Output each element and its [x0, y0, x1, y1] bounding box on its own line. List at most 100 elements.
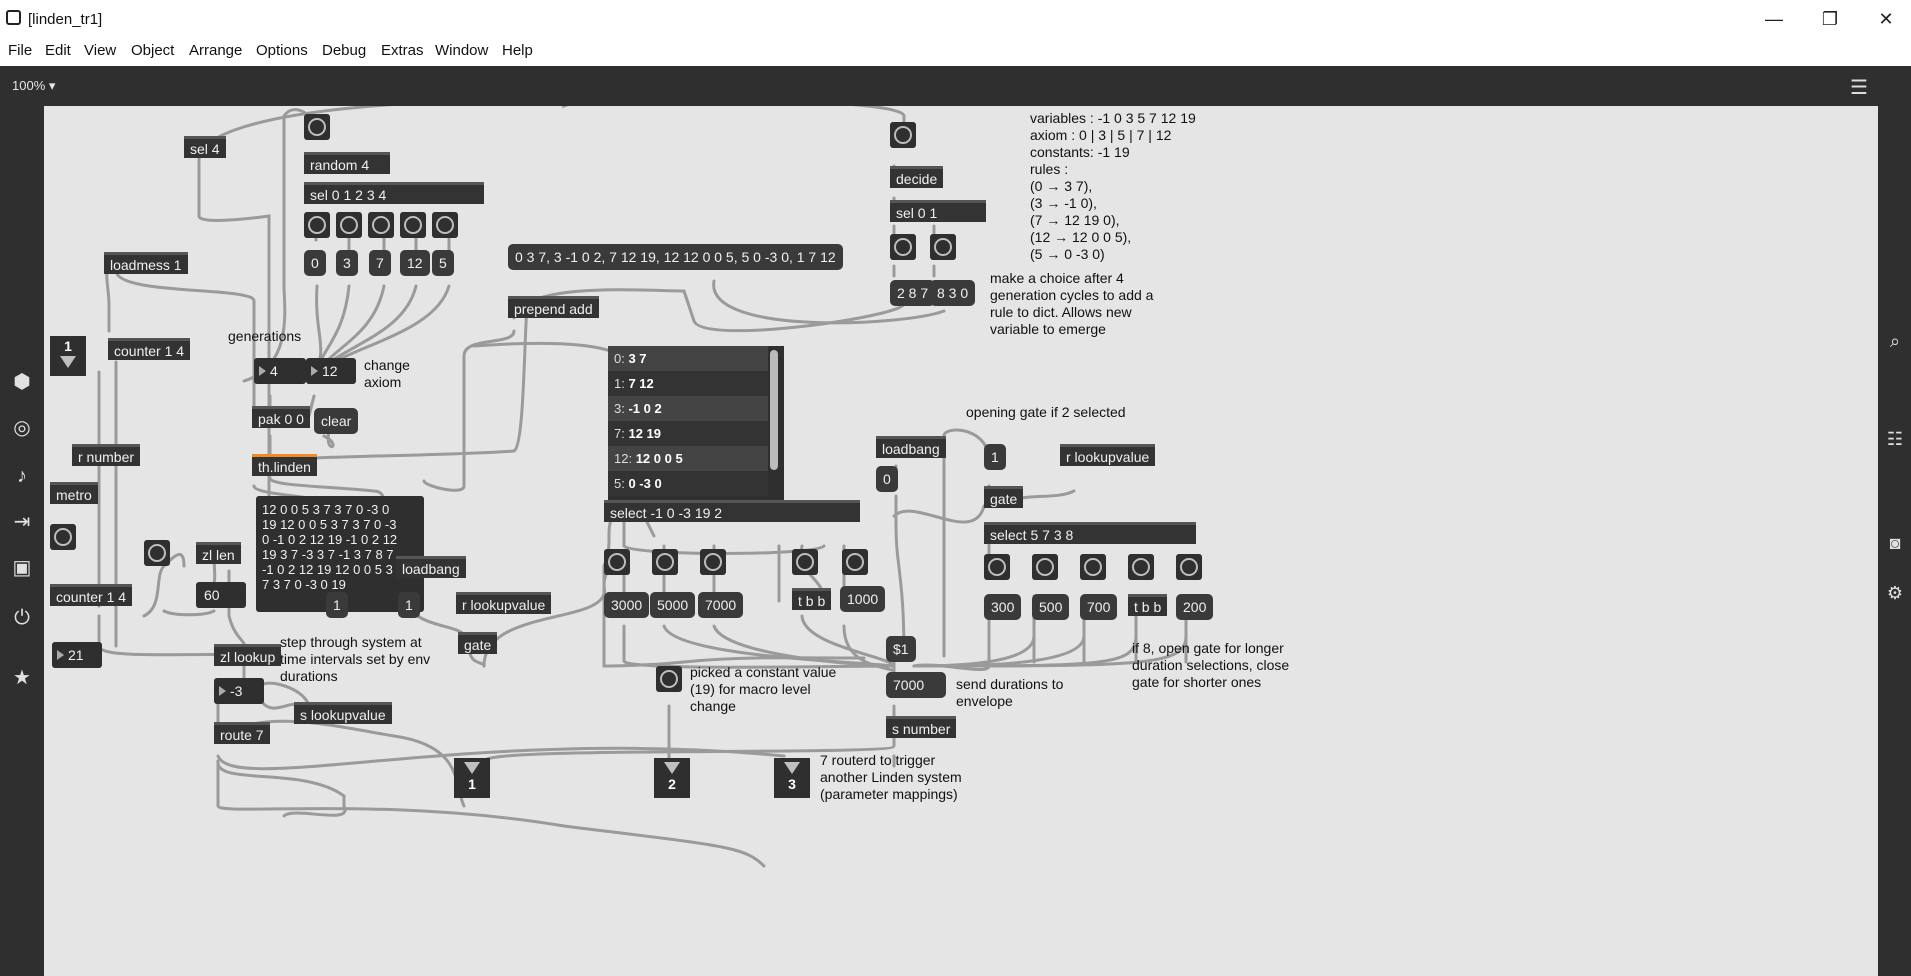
counter-object-bottom[interactable]: counter 1 4: [50, 584, 133, 606]
message-1-gate[interactable]: 1: [984, 444, 1006, 470]
outlet-3[interactable]: 3: [774, 758, 810, 798]
bang-select-19[interactable]: [792, 549, 818, 575]
bang-sel-2[interactable]: [368, 212, 394, 238]
message-0-loadbang-2[interactable]: 0: [876, 466, 898, 492]
message-0-loadbang[interactable]: 1: [326, 592, 348, 618]
zl-lookup-object[interactable]: zl lookup: [214, 644, 282, 666]
message-3000[interactable]: 3000: [604, 592, 650, 618]
menu-help[interactable]: Help: [502, 42, 533, 59]
menu-options[interactable]: Options: [256, 42, 308, 59]
cube-icon[interactable]: ⬢: [10, 370, 34, 394]
image-icon[interactable]: ▣: [10, 556, 34, 580]
music-note-icon[interactable]: ♪: [10, 464, 34, 488]
menu-debug[interactable]: Debug: [322, 42, 366, 59]
menu-extras[interactable]: Extras: [381, 42, 424, 59]
zoom-dropdown[interactable]: 100% ▾: [12, 78, 55, 94]
metro-object[interactable]: metro: [50, 482, 98, 504]
message-5[interactable]: 5: [432, 250, 454, 276]
loadbang-object-1[interactable]: loadbang: [396, 556, 466, 578]
message-7[interactable]: 7: [369, 250, 391, 276]
bang-metro[interactable]: [50, 524, 76, 550]
target-icon[interactable]: ◎: [10, 416, 34, 440]
sel01234-object[interactable]: sel 0 1 2 3 4: [304, 182, 484, 204]
bang-sel-4[interactable]: [432, 212, 458, 238]
pak-object[interactable]: pak 0 0: [252, 406, 310, 428]
message-300[interactable]: 300: [984, 594, 1022, 620]
bang-sel-1[interactable]: [336, 212, 362, 238]
restore-button[interactable]: ❐: [1810, 6, 1850, 32]
outlet-1[interactable]: 1: [454, 758, 490, 798]
axiom-number[interactable]: 12: [306, 358, 356, 384]
number-minus3[interactable]: -3: [214, 678, 264, 704]
bang-select-minus3[interactable]: [700, 549, 726, 575]
menu-window[interactable]: Window: [435, 42, 488, 59]
sel01-object[interactable]: sel 0 1: [890, 200, 986, 222]
rules-message[interactable]: 0 3 7, 3 -1 0 2, 7 12 19, 12 12 0 0 5, 5…: [508, 244, 843, 270]
bang-decide[interactable]: [890, 122, 916, 148]
bang-select-0[interactable]: [652, 549, 678, 575]
zl-len-object[interactable]: zl len: [196, 542, 241, 564]
bang-select2-5[interactable]: [984, 554, 1010, 580]
sel4-object[interactable]: sel 4: [184, 136, 226, 158]
menu-edit[interactable]: Edit: [45, 42, 71, 59]
outlet-2[interactable]: 2: [654, 758, 690, 798]
decide-object[interactable]: decide: [890, 166, 944, 188]
gate-object-1[interactable]: gate: [458, 632, 498, 654]
duration-message-7000[interactable]: 7000: [886, 672, 946, 698]
t-b-b-object-1[interactable]: t b b: [792, 588, 832, 610]
bang-random-trigger[interactable]: [304, 114, 330, 140]
bang-select-2[interactable]: [842, 549, 868, 575]
number-60[interactable]: 60: [196, 582, 246, 608]
message-3[interactable]: 3: [336, 250, 358, 276]
close-button[interactable]: ✕: [1866, 6, 1906, 32]
r-number-object[interactable]: r number: [72, 444, 141, 466]
minimize-button[interactable]: —: [1754, 6, 1794, 32]
route7-object[interactable]: route 7: [214, 722, 270, 744]
s-number-object[interactable]: s number: [886, 716, 957, 738]
presentation-icon[interactable]: ☰: [1850, 75, 1868, 100]
bang-select2-7[interactable]: [1032, 554, 1058, 580]
star-icon[interactable]: ★: [10, 666, 34, 690]
message-1000[interactable]: 1000: [840, 586, 886, 612]
message-500[interactable]: 500: [1032, 594, 1070, 620]
bang-sel01-0[interactable]: [890, 234, 916, 260]
menu-view[interactable]: View: [84, 42, 116, 59]
menu-object[interactable]: Object: [131, 42, 174, 59]
message-5000[interactable]: 5000: [650, 592, 696, 618]
prepend-add-object[interactable]: prepend add: [508, 296, 599, 318]
bang-select2-unmatched[interactable]: [1176, 554, 1202, 580]
bang-sel-3[interactable]: [400, 212, 426, 238]
message-12[interactable]: 12: [400, 250, 430, 276]
select-constants-object[interactable]: select -1 0 -3 19 2: [604, 500, 860, 522]
inlet-1[interactable]: 1: [50, 336, 86, 376]
random4-object[interactable]: random 4: [304, 152, 390, 174]
bang-select2-3[interactable]: [1080, 554, 1106, 580]
message-830[interactable]: 8 3 0: [930, 280, 976, 306]
r-lookupvalue-object-2[interactable]: r lookupvalue: [1060, 444, 1156, 466]
sliders-icon[interactable]: ⚙: [1884, 582, 1906, 604]
camera-icon[interactable]: ◙: [1884, 532, 1906, 554]
gate-object-2[interactable]: gate: [984, 486, 1024, 508]
bang-zl-len[interactable]: [144, 540, 170, 566]
message-1-loadbang[interactable]: 1: [398, 592, 420, 618]
media-icon[interactable]: ⇥: [10, 510, 34, 534]
select-5738-object[interactable]: select 5 7 3 8: [984, 522, 1196, 544]
s-lookupvalue-object[interactable]: s lookupvalue: [294, 702, 392, 724]
generations-number[interactable]: 4: [254, 358, 306, 384]
patcher-canvas[interactable]: sel 4 random 4 sel 0 1 2 3 4 0 3 7 12 5 …: [44, 106, 1878, 976]
bang-select-minus1[interactable]: [604, 549, 630, 575]
loadmess-object[interactable]: loadmess 1: [104, 252, 188, 274]
dollar1-message[interactable]: $1: [886, 636, 916, 662]
bang-constant-picked[interactable]: [656, 666, 682, 692]
counter-object-top[interactable]: counter 1 4: [108, 338, 191, 360]
clear-message[interactable]: clear: [314, 408, 359, 434]
menu-file[interactable]: File: [8, 42, 32, 59]
dict-scrollbar[interactable]: [770, 350, 778, 470]
t-b-b-object-2[interactable]: t b b: [1128, 594, 1168, 616]
dict-view[interactable]: 0: 3 7 1: 7 12 3: -1 0 2 7: 12 19 12: 12…: [608, 346, 784, 500]
bang-sel-0[interactable]: [304, 212, 330, 238]
message-287[interactable]: 2 8 7: [890, 280, 936, 306]
list-icon[interactable]: ☷: [1884, 428, 1906, 450]
th-linden-object[interactable]: th.linden: [252, 454, 317, 476]
message-0[interactable]: 0: [304, 250, 326, 276]
